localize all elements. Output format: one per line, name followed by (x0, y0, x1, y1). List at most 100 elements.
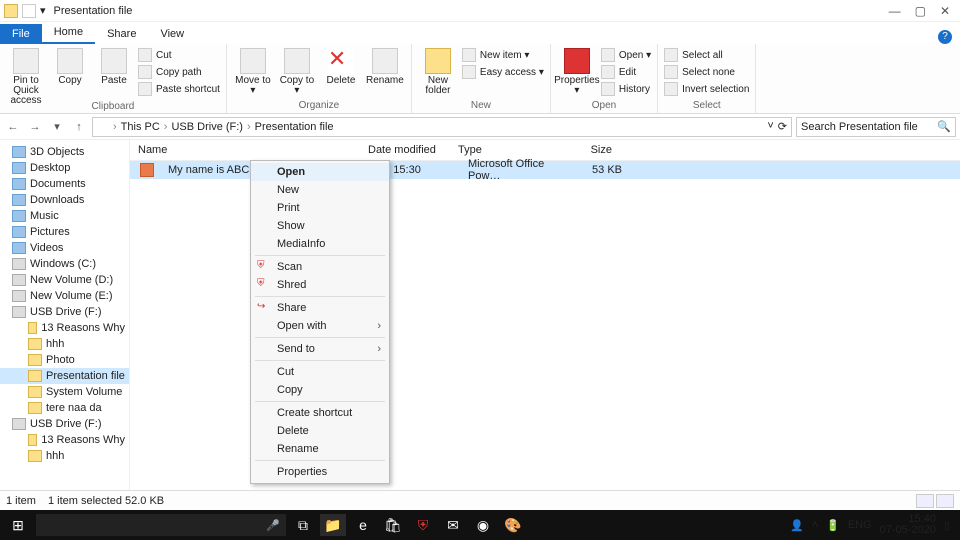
select-none-button[interactable]: Select none (664, 65, 749, 79)
close-button[interactable]: ✕ (940, 4, 950, 18)
move-to-button[interactable]: Move to ▾ (233, 46, 273, 96)
chrome-taskbar-icon[interactable]: ◉ (470, 514, 496, 536)
menu-item-create-shortcut[interactable]: Create shortcut (251, 404, 389, 422)
clock[interactable]: 15:40 07-05-2020 (880, 514, 936, 536)
col-date[interactable]: Date modified (360, 144, 450, 156)
open-button[interactable]: Open ▾ (601, 48, 651, 62)
tree-node[interactable]: Videos (0, 240, 129, 256)
paste-shortcut-button[interactable]: Paste shortcut (138, 82, 220, 96)
task-view-button[interactable]: ⧉ (290, 514, 316, 536)
col-size[interactable]: Size (560, 144, 620, 156)
tab-view[interactable]: View (148, 24, 196, 44)
up-button[interactable]: ↑ (70, 118, 88, 136)
tree-node[interactable]: New Volume (E:) (0, 288, 129, 304)
crumb-this-pc[interactable]: This PC (121, 121, 160, 133)
tree-node[interactable]: Desktop (0, 160, 129, 176)
menu-item-properties[interactable]: Properties (251, 463, 389, 481)
qat-icon[interactable] (22, 4, 36, 18)
dropdown-icon[interactable]: ˅ (767, 120, 773, 133)
copy-button[interactable]: Copy (50, 46, 90, 86)
menu-item-delete[interactable]: Delete (251, 422, 389, 440)
menu-item-mediainfo[interactable]: MediaInfo (251, 235, 389, 253)
tree-node[interactable]: Documents (0, 176, 129, 192)
tree-node[interactable]: Downloads (0, 192, 129, 208)
tab-share[interactable]: Share (95, 24, 148, 44)
properties-button[interactable]: Properties ▾ (557, 46, 597, 96)
taskbar[interactable]: ⊞ ◯ Type here to search 🎤 ⧉ 📁 e 🛍 ⛨ ✉ ◉ … (0, 510, 960, 540)
tree-node[interactable]: System Volume (0, 384, 129, 400)
tree-node[interactable]: Windows (C:) (0, 256, 129, 272)
mcafee-taskbar-icon[interactable]: ⛨ (410, 514, 436, 536)
refresh-icon[interactable]: ⟳ (778, 120, 787, 133)
notifications-icon[interactable]: ▯ (944, 519, 950, 532)
edit-button[interactable]: Edit (601, 65, 651, 79)
tree-node[interactable]: Pictures (0, 224, 129, 240)
copy-to-button[interactable]: Copy to ▾ (277, 46, 317, 96)
tree-node[interactable]: USB Drive (F:) (0, 416, 129, 432)
search-input[interactable]: Search Presentation file 🔍 (796, 117, 956, 137)
tab-home[interactable]: Home (42, 22, 95, 44)
tree-node[interactable]: 13 Reasons Why (0, 432, 129, 448)
breadcrumb[interactable]: › This PC › USB Drive (F:) › Presentatio… (92, 117, 792, 137)
context-menu[interactable]: OpenNewPrintShowMediaInfo ⛨Scan⛨Shred ↪Sha… (250, 160, 390, 484)
tree-node[interactable]: 13 Reasons Why (0, 320, 129, 336)
menu-item-send-to[interactable]: Send to› (251, 340, 389, 358)
col-type[interactable]: Type (450, 144, 560, 156)
mail-taskbar-icon[interactable]: ✉ (440, 514, 466, 536)
tree-node[interactable]: Music (0, 208, 129, 224)
menu-item-share[interactable]: ↪Share (251, 299, 389, 317)
tree-node[interactable]: Photo (0, 352, 129, 368)
tree-node[interactable]: New Volume (D:) (0, 272, 129, 288)
tree-node[interactable]: Presentation file (0, 368, 129, 384)
battery-icon[interactable]: 🔋 (826, 519, 840, 532)
tree-node[interactable]: hhh (0, 448, 129, 464)
recent-dropdown-icon[interactable]: ▾ (48, 118, 66, 136)
menu-item-scan[interactable]: ⛨Scan (251, 258, 389, 276)
store-taskbar-icon[interactable]: 🛍 (380, 514, 406, 536)
new-folder-button[interactable]: New folder (418, 46, 458, 96)
tree-node[interactable]: tere naa da (0, 400, 129, 416)
back-button[interactable]: ← (4, 118, 22, 136)
menu-item-cut[interactable]: Cut (251, 363, 389, 381)
start-button[interactable]: ⊞ (4, 514, 32, 536)
minimize-button[interactable]: — (889, 4, 901, 18)
mic-icon[interactable]: 🎤 (266, 519, 280, 532)
view-details-button[interactable] (916, 494, 934, 508)
cut-button[interactable]: Cut (138, 48, 220, 62)
easy-access-button[interactable]: Easy access ▾ (462, 65, 544, 79)
invert-selection-button[interactable]: Invert selection (664, 82, 749, 96)
new-item-button[interactable]: New item ▾ (462, 48, 544, 62)
people-icon[interactable]: 👤 (790, 519, 804, 532)
menu-item-rename[interactable]: Rename (251, 440, 389, 458)
menu-item-show[interactable]: Show (251, 217, 389, 235)
crumb-drive[interactable]: USB Drive (F:) (171, 121, 243, 133)
maximize-button[interactable]: ▢ (915, 4, 926, 18)
menu-item-copy[interactable]: Copy (251, 381, 389, 399)
nav-tree[interactable]: 3D ObjectsDesktopDocumentsDownloadsMusic… (0, 140, 130, 498)
col-name[interactable]: Name (130, 144, 360, 156)
view-icons-button[interactable] (936, 494, 954, 508)
tree-node[interactable]: 3D Objects (0, 144, 129, 160)
explorer-taskbar-icon[interactable]: 📁 (320, 514, 346, 536)
paste-button[interactable]: Paste (94, 46, 134, 86)
forward-button[interactable]: → (26, 118, 44, 136)
language-indicator[interactable]: ENG (848, 519, 872, 531)
tree-node[interactable]: USB Drive (F:) (0, 304, 129, 320)
copy-path-button[interactable]: Copy path (138, 65, 220, 79)
history-button[interactable]: History (601, 82, 651, 96)
tab-file[interactable]: File (0, 24, 42, 44)
rename-button[interactable]: Rename (365, 46, 405, 86)
paint-taskbar-icon[interactable]: 🎨 (500, 514, 526, 536)
pin-quick-access-button[interactable]: Pin to Quick access (6, 46, 46, 106)
tray-chevron-icon[interactable]: ˄ (812, 519, 818, 531)
menu-item-open-with[interactable]: Open with› (251, 317, 389, 335)
menu-item-shred[interactable]: ⛨Shred (251, 276, 389, 294)
delete-button[interactable]: ✕Delete (321, 46, 361, 86)
menu-item-new[interactable]: New (251, 181, 389, 199)
menu-item-open[interactable]: Open (251, 163, 389, 181)
help-icon[interactable]: ? (938, 30, 952, 44)
qat-dropdown-icon[interactable]: ▾ (40, 4, 46, 17)
edge-taskbar-icon[interactable]: e (350, 514, 376, 536)
taskbar-search[interactable]: ◯ Type here to search 🎤 (36, 514, 286, 536)
menu-item-print[interactable]: Print (251, 199, 389, 217)
